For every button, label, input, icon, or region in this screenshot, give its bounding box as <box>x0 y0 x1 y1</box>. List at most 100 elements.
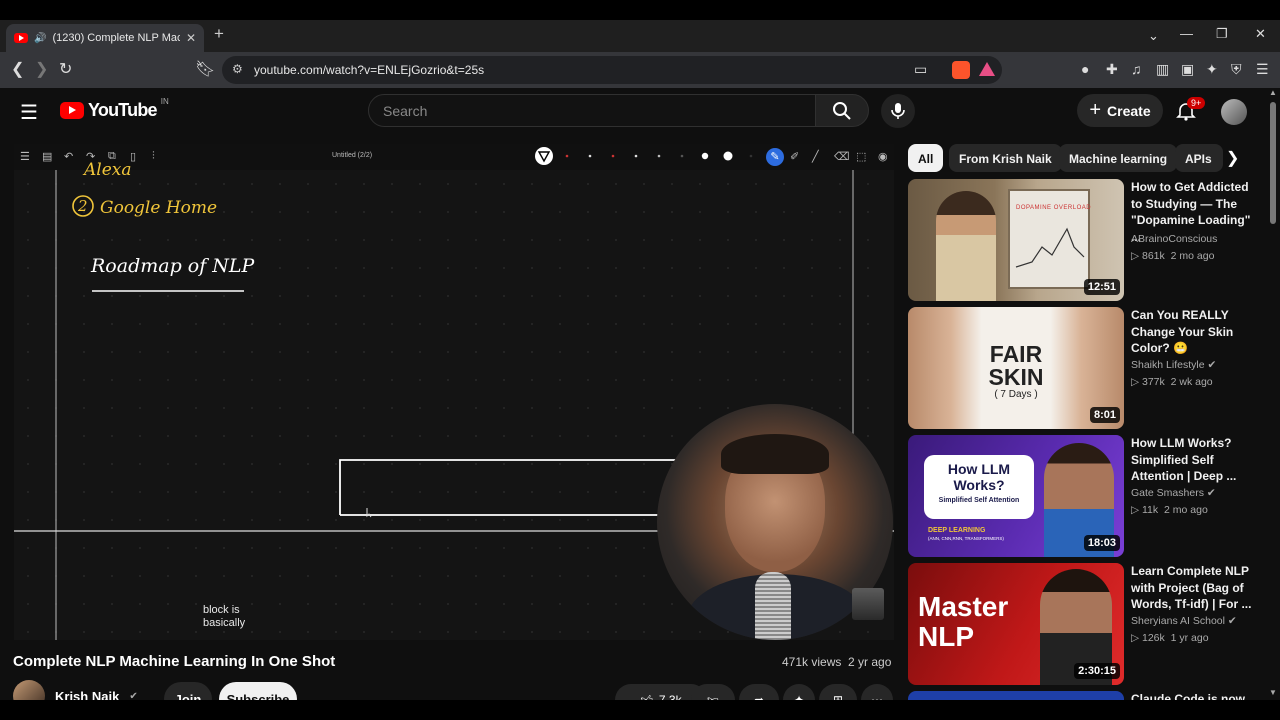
back-icon[interactable]: ❮ <box>11 59 24 79</box>
upload-age: 2 yr ago <box>848 655 892 669</box>
visibility-icon: ◉ <box>878 151 888 163</box>
view-count: 471k views <box>782 655 842 669</box>
recommendation-card[interactable]: DOPAMINE OVERLOAD 12:51 How to Get Addic… <box>908 179 1256 301</box>
youtube-logo[interactable]: YouTube IN <box>60 97 169 121</box>
video-player[interactable]: ☰ ▤ ↶ ↷ ⧉ ▯ ⫶ Untitled (2/2) ✎ ✐ ╱ ⌫ ⬚ ◉… <box>14 144 894 640</box>
line-tool-icon: ╱ <box>812 151 819 163</box>
scroll-down-icon[interactable]: ▼ <box>1269 688 1277 697</box>
pen-tool-icon: ✎ <box>766 148 784 166</box>
subtitle-caption: block is basically <box>203 604 245 630</box>
document-title: Untitled (2/2) <box>332 152 373 159</box>
create-button[interactable]: + Create <box>1077 94 1163 127</box>
chip-all[interactable]: All <box>908 144 944 172</box>
url-text: youtube.com/watch?v=ENLEjGozrio&t=25s <box>254 63 485 77</box>
graph-sketch <box>1015 227 1085 268</box>
handwritten-item-2: Google Home <box>100 198 218 218</box>
search-icon <box>833 101 851 120</box>
tab-search-icon[interactable]: ⌄ <box>1148 28 1159 44</box>
search-box <box>368 94 816 127</box>
handwritten-item-1: Alexa <box>84 160 132 180</box>
video-meta: 471k views 2 yr ago <box>782 655 891 669</box>
account-avatar[interactable] <box>1221 99 1247 125</box>
thumb-text-works: Works? <box>953 477 1005 493</box>
whiteboard-toolbar: ☰ ▤ ↶ ↷ ⧉ ▯ ⫶ Untitled (2/2) ✎ ✐ ╱ ⌫ ⬚ ◉ <box>14 144 894 170</box>
new-tab-icon[interactable]: + <box>214 24 224 44</box>
browser-tab[interactable]: 🔊 (1230) Complete NLP Machine Learning I… <box>6 24 204 52</box>
thumb-text-days: ( 7 Days ) <box>994 389 1038 400</box>
channel-name: Shaikh Lifestyle <box>1131 359 1205 371</box>
filter-chips: All From Krish Naik Machine learning API… <box>908 144 1248 172</box>
recommendation-channel[interactable]: ABrainoConscious <box>1131 233 1217 245</box>
recommendation-stats: ▷ 861k 2 mo ago <box>1131 250 1215 262</box>
voice-search-button[interactable] <box>881 94 915 128</box>
extension-cookie-icon[interactable]: ● <box>1081 61 1089 77</box>
thumb-text-ann: (ANN, CNN,RNN, TRANSFORMERS) <box>928 536 1004 541</box>
upload-age: 1 yr ago <box>1170 632 1209 644</box>
recommendation-title[interactable]: How LLM Works? Simplified Self Attention… <box>1131 435 1256 485</box>
thumb-text-nlp: NLP <box>918 621 974 652</box>
music-icon[interactable]: ♫ <box>1131 61 1142 77</box>
video-thumbnail[interactable]: DOPAMINE OVERLOAD 12:51 <box>908 179 1124 301</box>
presenter-hair <box>721 434 829 474</box>
vpn-icon[interactable]: ⛨ <box>1231 61 1242 78</box>
speaker-icon[interactable]: 🔊 <box>34 33 46 44</box>
undo-icon: ↶ <box>64 151 74 163</box>
recommendation-title[interactable]: Can You REALLY Change Your Skin Color? 😬 <box>1131 307 1256 357</box>
verified-icon: ✔ <box>1227 615 1237 627</box>
reload-icon[interactable]: ↻ <box>59 59 72 79</box>
next-recommendation-thumbnail[interactable] <box>908 691 1124 700</box>
close-tab-icon[interactable]: ✕ <box>186 31 196 45</box>
menu-icon[interactable]: ☰ <box>1256 61 1269 78</box>
caption-line-1: block is <box>203 604 240 616</box>
scroll-up-icon[interactable]: ▲ <box>1269 88 1277 97</box>
video-thumbnail[interactable]: FAIR SKIN ( 7 Days ) 8:01 <box>908 307 1124 429</box>
cast-icon[interactable]: ▭ <box>914 61 927 78</box>
sidebar-icon[interactable]: ▥ <box>1156 61 1169 78</box>
guide-menu-icon[interactable]: ☰ <box>20 100 38 125</box>
search-input[interactable] <box>383 103 803 119</box>
browser-toolbar: ❮ ❯ ↻ 🔖︎ ⚙ youtube.com/watch?v=ENLEjGozr… <box>0 52 1280 88</box>
site-settings-icon[interactable]: ⚙ <box>232 62 243 76</box>
eraser-icon: ⌫ <box>834 151 850 163</box>
video-thumbnail[interactable]: How LLM Works? Simplified Self Attention… <box>908 435 1124 557</box>
save-icon: ▤ <box>42 151 53 163</box>
extensions-icon[interactable]: ✚ <box>1106 61 1118 78</box>
recommendation-channel[interactable]: Sheryians AI School ✔ <box>1131 615 1237 627</box>
restore-icon[interactable]: ❐ <box>1216 26 1228 42</box>
settings-sliders-icon: ⫶ <box>152 150 155 162</box>
brave-shields-icon[interactable] <box>952 61 970 79</box>
forward-icon[interactable]: ❯ <box>35 59 48 79</box>
chip-machine-learning[interactable]: Machine learning <box>1059 144 1178 172</box>
ruler-icon: ✐ <box>790 151 800 163</box>
scrollbar-thumb[interactable] <box>1270 102 1276 224</box>
chip-from-channel[interactable]: From Krish Naik <box>949 144 1062 172</box>
microphone <box>755 572 791 640</box>
leo-ai-icon[interactable]: ✦ <box>1206 61 1218 78</box>
wallet-icon[interactable]: ▣ <box>1181 61 1194 78</box>
recommendation-channel[interactable]: Shaikh Lifestyle ✔ <box>1131 359 1216 371</box>
search-button[interactable] <box>815 94 869 127</box>
bookmark-icon[interactable]: 🔖︎ <box>195 59 215 79</box>
view-count: 11k <box>1142 504 1159 516</box>
recommendation-title[interactable]: Learn Complete NLP with Project (Bag of … <box>1131 563 1256 613</box>
recommendation-card[interactable]: Master NLP 2:30:15 Learn Complete NLP wi… <box>908 563 1256 685</box>
minimize-icon[interactable]: — <box>1180 26 1193 41</box>
video-title: Complete NLP Machine Learning In One Sho… <box>13 653 336 670</box>
recommendation-card[interactable]: How LLM Works? Simplified Self Attention… <box>908 435 1256 557</box>
chips-next-icon[interactable]: ❯ <box>1226 148 1239 168</box>
close-window-icon[interactable]: ✕ <box>1255 26 1266 42</box>
upload-age: 2 wk ago <box>1170 376 1213 388</box>
recommendation-channel[interactable]: Gate Smashers ✔ <box>1131 487 1216 499</box>
recommendation-stats: ▷ 126k 1 yr ago <box>1131 632 1209 644</box>
youtube-favicon-icon <box>14 33 28 43</box>
next-recommendation-title[interactable]: Claude Code is now <box>1131 692 1245 700</box>
video-thumbnail[interactable]: Master NLP 2:30:15 <box>908 563 1124 685</box>
view-count: 861k <box>1142 250 1165 262</box>
duration-badge: 18:03 <box>1083 535 1120 551</box>
brave-rewards-icon[interactable] <box>979 62 995 76</box>
recommendation-card[interactable]: FAIR SKIN ( 7 Days ) 8:01 Can You REALLY… <box>908 307 1256 429</box>
view-count: 126k <box>1142 632 1165 644</box>
address-bar[interactable]: ⚙ youtube.com/watch?v=ENLEjGozrio&t=25s … <box>222 56 1002 84</box>
chip-apis[interactable]: APIs <box>1175 144 1223 172</box>
country-code: IN <box>160 97 169 106</box>
